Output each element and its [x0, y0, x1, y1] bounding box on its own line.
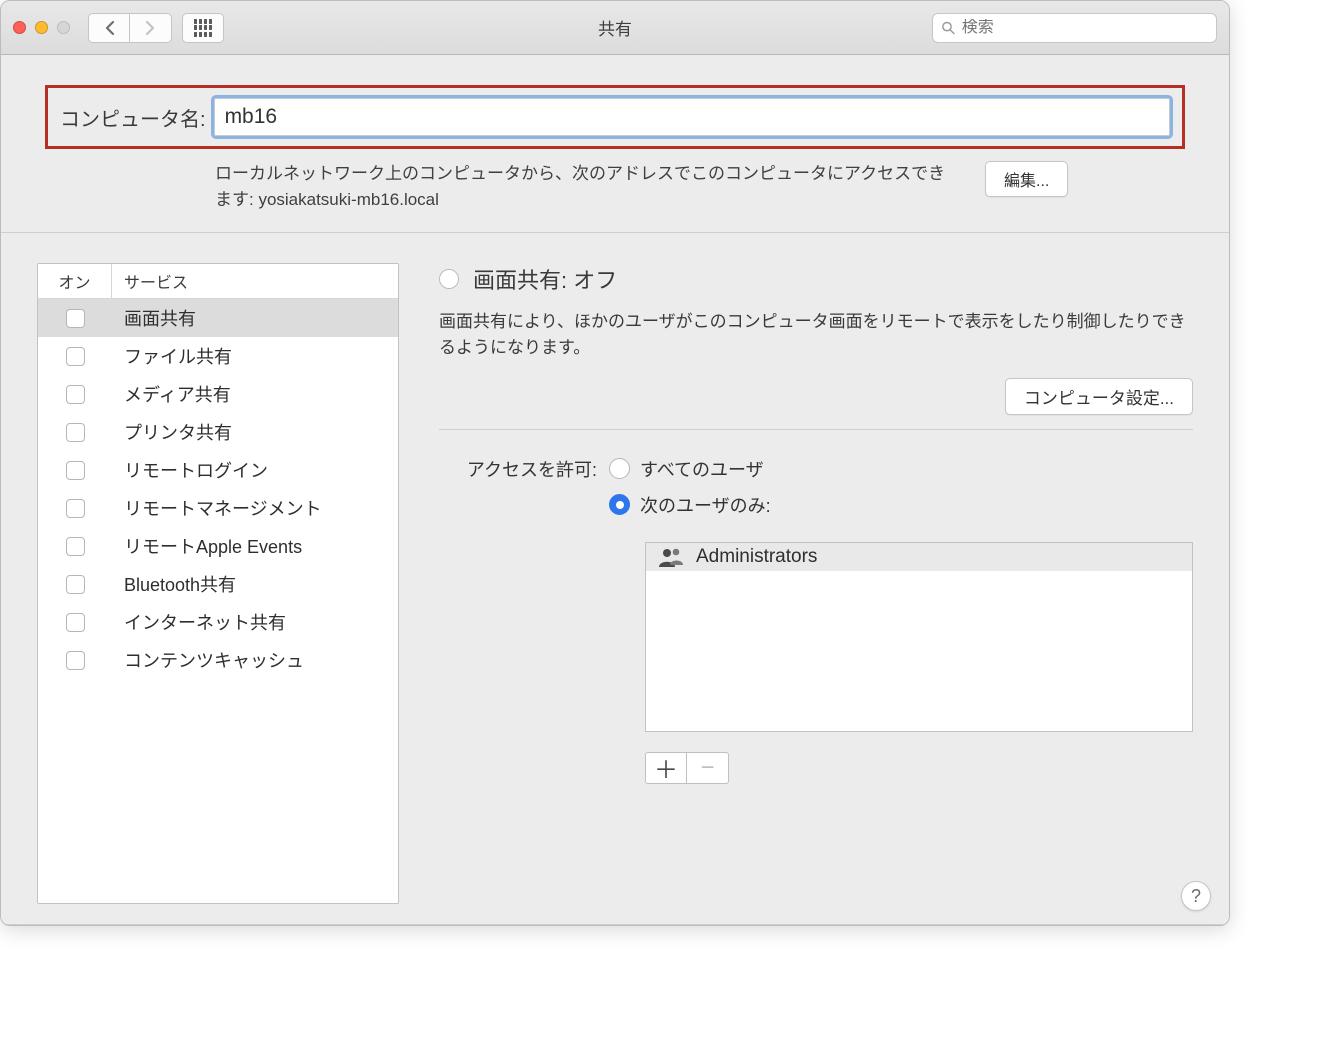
- service-label: リモートログイン: [112, 457, 268, 483]
- radio-only-users[interactable]: [609, 494, 630, 515]
- user-name: Administrators: [696, 546, 817, 568]
- services-header-on: オン: [38, 264, 112, 298]
- service-row[interactable]: ファイル共有: [38, 337, 398, 375]
- user-list[interactable]: Administrators: [645, 542, 1193, 732]
- access-label: アクセスを許可:: [439, 456, 609, 784]
- service-label: リモートApple Events: [112, 533, 302, 559]
- footer-divider: [1, 924, 1229, 925]
- service-row[interactable]: プリンタ共有: [38, 413, 398, 451]
- computer-name-row: コンピュータ名:: [45, 85, 1185, 149]
- service-label: 画面共有: [112, 305, 196, 331]
- service-detail: 画面共有: オフ 画面共有により、ほかのユーザがこのコンピュータ画面をリモートで…: [399, 263, 1193, 904]
- service-row[interactable]: リモートApple Events: [38, 527, 398, 565]
- user-list-buttons: ＋ −: [645, 752, 1193, 784]
- divider: [439, 429, 1193, 430]
- detail-description: 画面共有により、ほかのユーザがこのコンピュータ画面をリモートで表示をしたり制御し…: [439, 309, 1193, 362]
- service-label: Bluetooth共有: [112, 571, 236, 597]
- computer-name-input[interactable]: [214, 98, 1170, 136]
- traffic-lights: [13, 21, 70, 34]
- show-all-button[interactable]: [182, 13, 224, 43]
- services-header-service: サービス: [112, 269, 188, 293]
- service-label: リモートマネージメント: [112, 495, 322, 521]
- add-user-button[interactable]: ＋: [645, 752, 687, 784]
- service-checkbox[interactable]: [66, 385, 85, 404]
- detail-header: 画面共有: オフ: [439, 263, 1193, 295]
- service-label: コンテンツキャッシュ: [112, 647, 304, 673]
- computer-name-description: ローカルネットワーク上のコンピュータから、次のアドレスでこのコンピュータにアクセ…: [215, 161, 955, 212]
- users-icon: [658, 547, 684, 567]
- computer-name-label: コンピュータ名:: [60, 103, 206, 132]
- service-row[interactable]: リモートログイン: [38, 451, 398, 489]
- service-row[interactable]: Bluetooth共有: [38, 565, 398, 603]
- services-section: オン サービス 画面共有ファイル共有メディア共有プリンタ共有リモートログインリモ…: [1, 233, 1229, 924]
- service-label: メディア共有: [112, 381, 231, 407]
- zoom-window-button[interactable]: [57, 21, 70, 34]
- service-enable-toggle[interactable]: [439, 269, 459, 289]
- computer-settings-button[interactable]: コンピュータ設定...: [1005, 378, 1193, 415]
- service-row[interactable]: インターネット共有: [38, 603, 398, 641]
- service-checkbox[interactable]: [66, 309, 85, 328]
- service-checkbox[interactable]: [66, 461, 85, 480]
- service-row[interactable]: コンテンツキャッシュ: [38, 641, 398, 679]
- service-row[interactable]: 画面共有: [38, 299, 398, 337]
- access-options: すべてのユーザ 次のユーザのみ: Administrators ＋ −: [609, 456, 1193, 784]
- search-input[interactable]: [962, 19, 1208, 37]
- service-checkbox[interactable]: [66, 537, 85, 556]
- search-icon: [941, 20, 956, 36]
- access-all-users-row[interactable]: すべてのユーザ: [609, 456, 1193, 482]
- service-checkbox[interactable]: [66, 347, 85, 366]
- access-row: アクセスを許可: すべてのユーザ 次のユーザのみ: Administrators: [439, 456, 1193, 784]
- nav-buttons: [88, 13, 172, 43]
- titlebar: 共有: [1, 1, 1229, 55]
- help-button[interactable]: ?: [1181, 881, 1211, 911]
- grid-icon: [194, 19, 212, 37]
- service-label: ファイル共有: [112, 343, 232, 369]
- access-only-users-label: 次のユーザのみ:: [640, 492, 771, 518]
- user-row[interactable]: Administrators: [646, 543, 1192, 571]
- computer-name-desc-row: ローカルネットワーク上のコンピュータから、次のアドレスでこのコンピュータにアクセ…: [215, 161, 1185, 212]
- service-checkbox[interactable]: [66, 613, 85, 632]
- service-checkbox[interactable]: [66, 575, 85, 594]
- detail-title: 画面共有: オフ: [473, 263, 617, 295]
- sharing-preferences-window: 共有 コンピュータ名: ローカルネットワーク上のコンピュータから、次のアドレスで…: [0, 0, 1230, 926]
- radio-all-users[interactable]: [609, 458, 630, 479]
- service-row[interactable]: メディア共有: [38, 375, 398, 413]
- service-checkbox[interactable]: [66, 651, 85, 670]
- services-list: オン サービス 画面共有ファイル共有メディア共有プリンタ共有リモートログインリモ…: [37, 263, 399, 904]
- service-checkbox[interactable]: [66, 423, 85, 442]
- close-window-button[interactable]: [13, 21, 26, 34]
- service-label: プリンタ共有: [112, 419, 232, 445]
- service-label: インターネット共有: [112, 609, 286, 635]
- service-row[interactable]: リモートマネージメント: [38, 489, 398, 527]
- search-field-wrap[interactable]: [932, 13, 1217, 43]
- edit-hostname-button[interactable]: 編集...: [985, 161, 1068, 197]
- minimize-window-button[interactable]: [35, 21, 48, 34]
- service-checkbox[interactable]: [66, 499, 85, 518]
- services-header: オン サービス: [38, 264, 398, 299]
- computer-name-section: コンピュータ名: ローカルネットワーク上のコンピュータから、次のアドレスでこのコ…: [1, 55, 1229, 233]
- access-only-users-row[interactable]: 次のユーザのみ:: [609, 492, 1193, 518]
- remove-user-button[interactable]: −: [687, 752, 729, 784]
- back-button[interactable]: [88, 13, 130, 43]
- access-all-users-label: すべてのユーザ: [640, 456, 764, 482]
- forward-button[interactable]: [130, 13, 172, 43]
